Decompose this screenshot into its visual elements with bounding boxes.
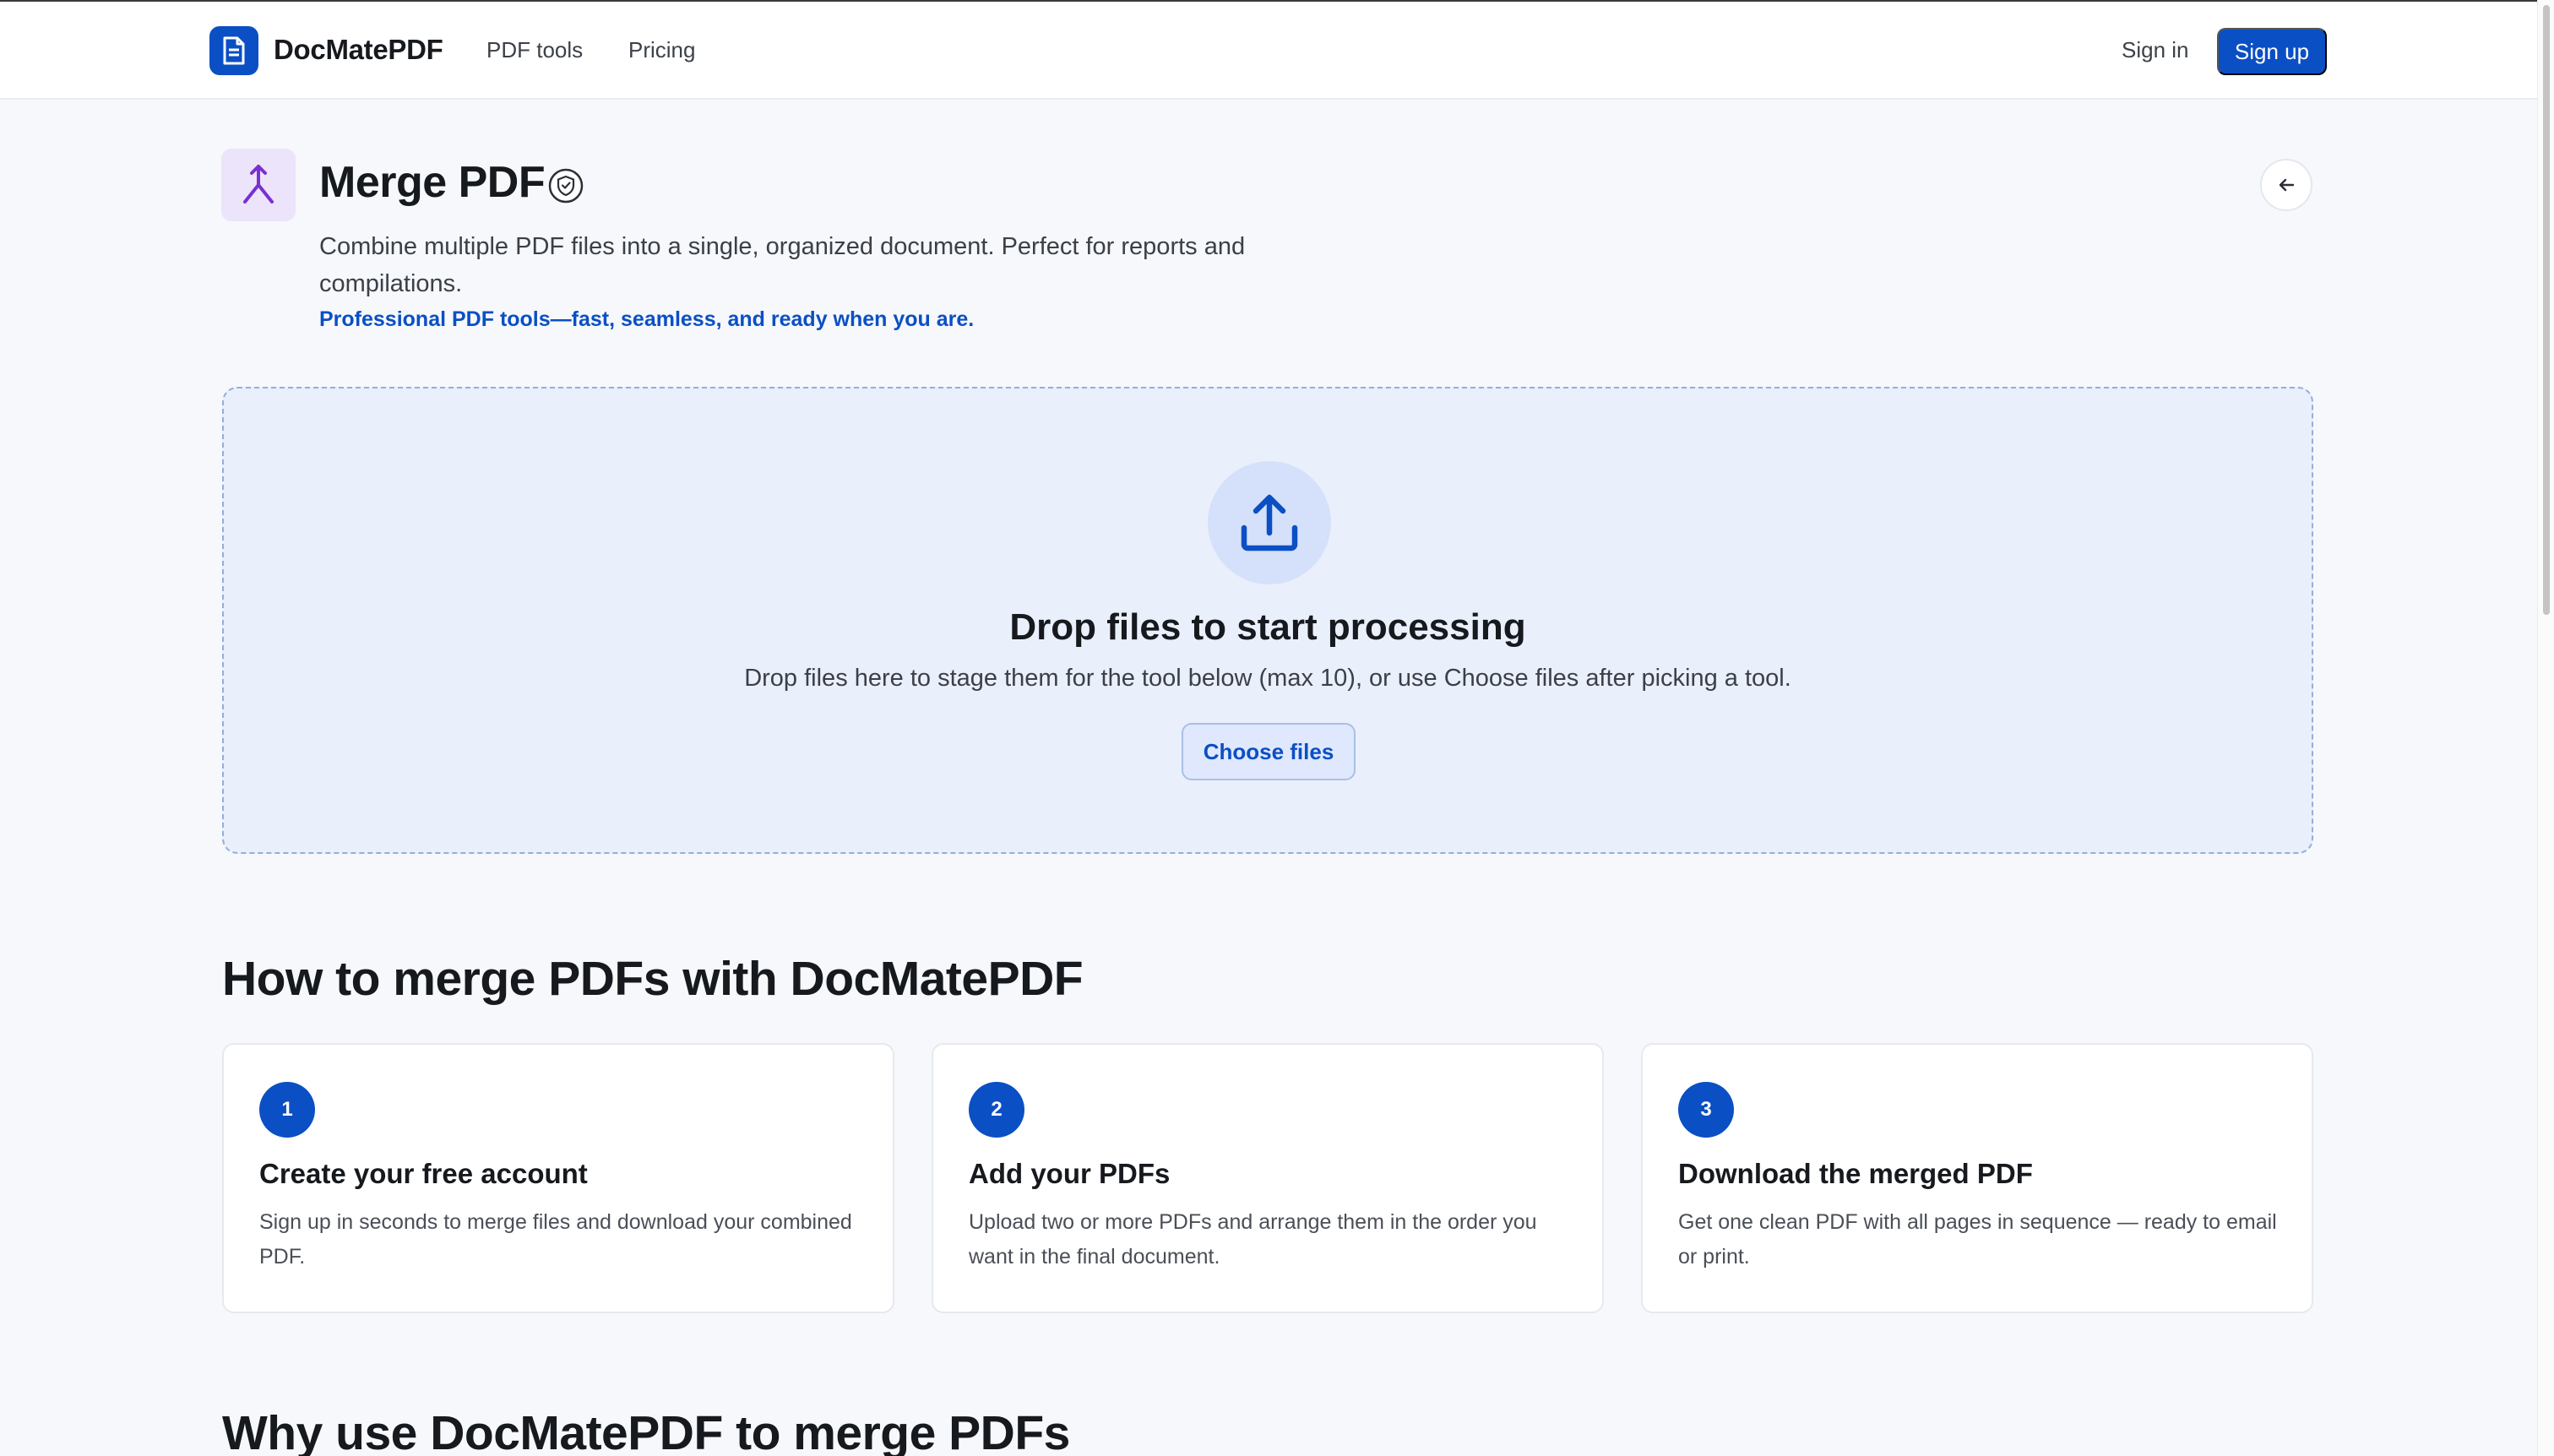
nav-pricing[interactable]: Pricing: [628, 37, 695, 63]
tool-description: Combine multiple PDF files into a single…: [319, 233, 1246, 297]
nav-pdf-tools[interactable]: PDF tools: [486, 37, 583, 63]
tool-icon-badge: [221, 149, 296, 221]
how-to-heading: How to merge PDFs with DocMatePDF: [222, 952, 1084, 1006]
logo[interactable]: [209, 26, 258, 75]
brand-name[interactable]: DocMatePDF: [274, 34, 443, 66]
dropzone-title: Drop files to start processing: [1009, 606, 1526, 648]
step-card: 1 Create your free account Sign up in se…: [222, 1043, 894, 1313]
step-title: Add your PDFs: [969, 1158, 1171, 1189]
page-scrollbar[interactable]: [2537, 0, 2554, 1456]
step-description: Get one clean PDF with all pages in sequ…: [1678, 1210, 2277, 1269]
choose-files-button[interactable]: Choose files: [1182, 723, 1356, 780]
page-title: Merge PDF: [319, 158, 546, 207]
step-description: Sign up in seconds to merge files and do…: [259, 1210, 852, 1269]
merge-icon: [243, 165, 274, 204]
tool-tagline: Professional PDF tools—fast, seamless, a…: [319, 307, 975, 331]
dropzone-subtitle: Drop files here to stage them for the to…: [744, 665, 1791, 692]
top-navbar: DocMatePDF PDF tools Pricing Sign in Sig…: [0, 0, 2537, 100]
upload-icon-badge: [1208, 461, 1331, 584]
step-number-badge: 3: [1678, 1082, 1734, 1138]
sign-up-button[interactable]: Sign up: [2217, 28, 2327, 75]
back-button[interactable]: [2260, 159, 2312, 211]
step-card: 2 Add your PDFs Upload two or more PDFs …: [932, 1043, 1604, 1313]
sign-in-link[interactable]: Sign in: [2122, 37, 2189, 63]
document-icon: [223, 36, 245, 65]
file-dropzone[interactable]: Drop files to start processing Drop file…: [222, 387, 2313, 854]
shield-check-icon: [548, 168, 584, 204]
step-number-badge: 1: [259, 1082, 315, 1138]
step-description: Upload two or more PDFs and arrange them…: [969, 1210, 1537, 1269]
page: DocMatePDF PDF tools Pricing Sign in Sig…: [0, 0, 2554, 1456]
step-number-badge: 2: [969, 1082, 1024, 1138]
step-title: Download the merged PDF: [1678, 1158, 2033, 1189]
step-card: 3 Download the merged PDF Get one clean …: [1641, 1043, 2313, 1313]
upload-icon: [1241, 494, 1298, 551]
why-heading: Why use DocMatePDF to merge PDFs: [222, 1406, 1070, 1456]
step-title: Create your free account: [259, 1158, 588, 1189]
scrollbar-thumb[interactable]: [2543, 5, 2550, 615]
arrow-left-icon: [2279, 178, 2295, 192]
